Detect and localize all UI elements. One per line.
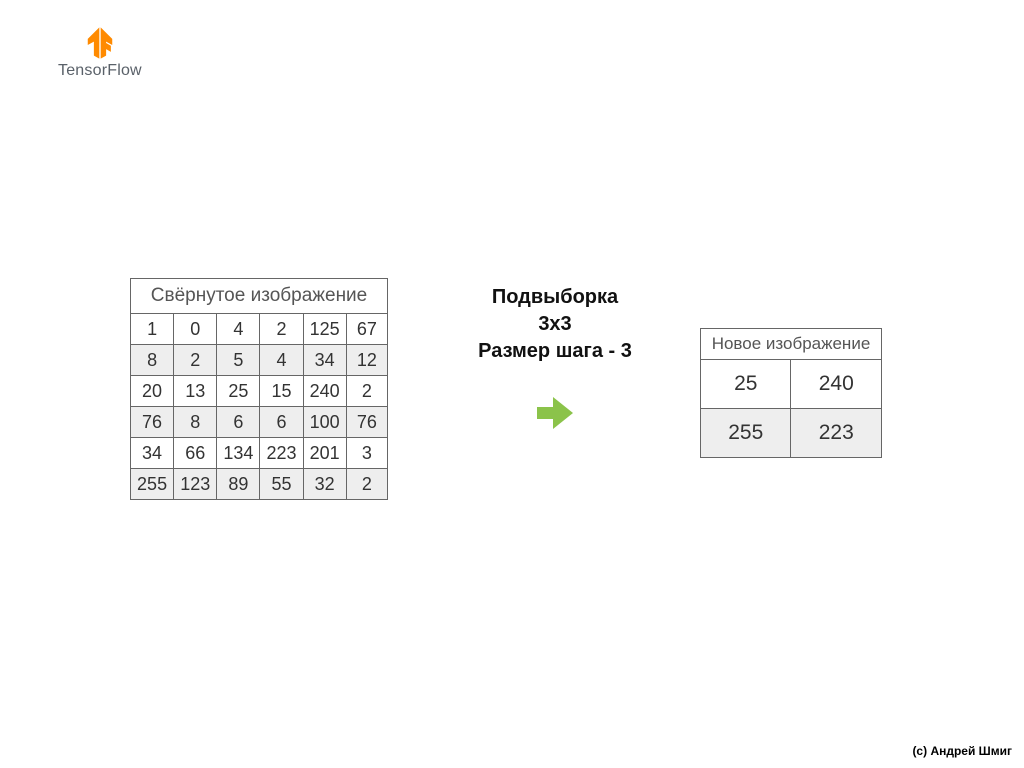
table-row: 25 240	[701, 360, 882, 409]
arrow-right-icon	[533, 393, 577, 438]
output-image-table: Новое изображение 25 240 255 223	[700, 328, 882, 458]
convolved-image-table: Свёрнутое изображение 1 0 4 2 125 67 8 2…	[130, 278, 388, 500]
author-credit: (с) Андрей Шмиг	[912, 744, 1012, 758]
operation-description: Подвыборка 3x3 Размер шага - 3	[440, 284, 670, 438]
tensorflow-wordmark: TensorFlow	[58, 62, 142, 80]
operation-line-3: Размер шага - 3	[440, 338, 670, 365]
convolved-image-title: Свёрнутое изображение	[131, 279, 388, 314]
table-row: 255 123 89 55 32 2	[131, 469, 388, 500]
operation-line-2: 3x3	[440, 311, 670, 338]
table-row: 8 2 5 4 34 12	[131, 345, 388, 376]
table-row: 1 0 4 2 125 67	[131, 314, 388, 345]
table-row: 76 8 6 6 100 76	[131, 407, 388, 438]
output-image-title: Новое изображение	[701, 329, 882, 360]
table-row: 34 66 134 223 201 3	[131, 438, 388, 469]
tensorflow-logo: TensorFlow	[58, 26, 142, 80]
table-row: 20 13 25 15 240 2	[131, 376, 388, 407]
tensorflow-icon	[83, 26, 117, 60]
table-row: 255 223	[701, 409, 882, 458]
operation-line-1: Подвыборка	[440, 284, 670, 311]
